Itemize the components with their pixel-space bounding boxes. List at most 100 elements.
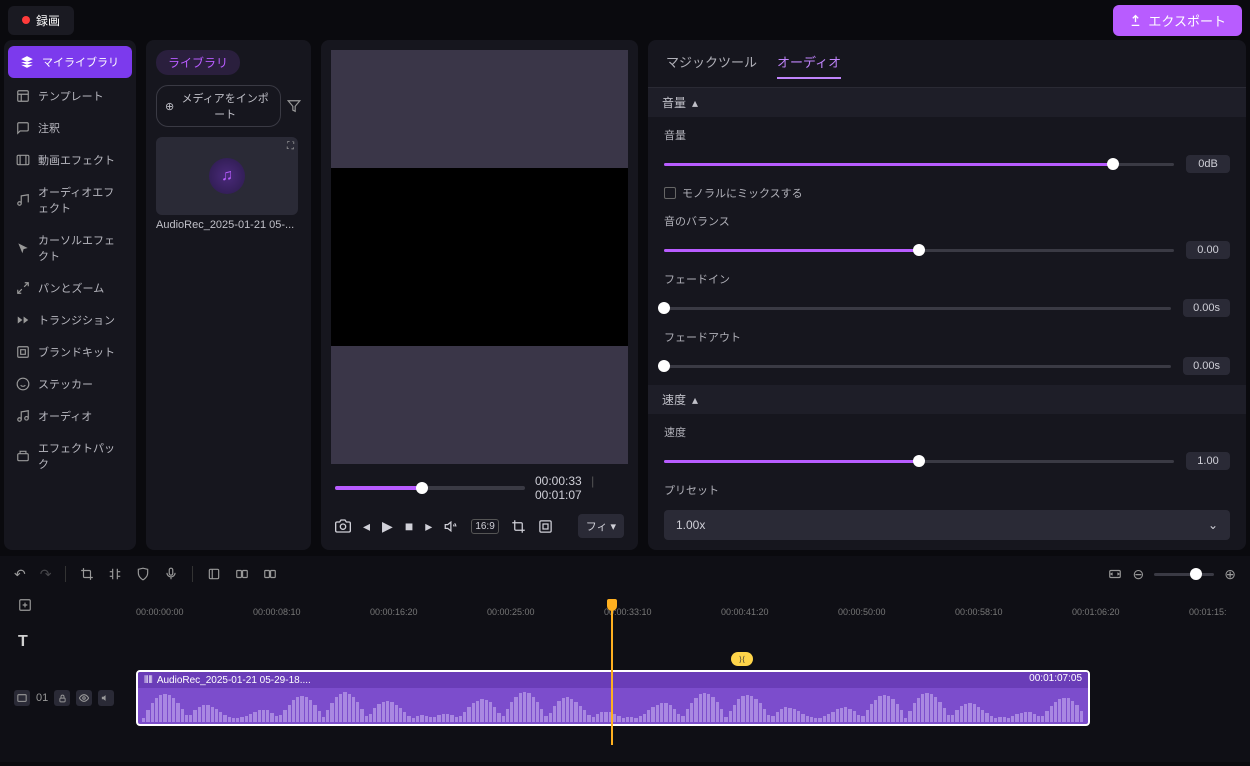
import-media-button[interactable]: ⊕ メディアをインポート (156, 85, 281, 127)
sidebar-item-mylibrary[interactable]: マイライブラリ (8, 46, 132, 78)
preview-scrubber[interactable] (335, 486, 525, 490)
sidebar-label: トランジション (38, 312, 115, 328)
ruler-tick: 00:00:50:00 (838, 607, 886, 617)
sidebar-item-transitions[interactable]: トランジション (4, 304, 136, 336)
fullscreen-icon[interactable] (538, 519, 553, 534)
balance-slider[interactable] (664, 249, 1174, 252)
redo-icon[interactable]: ↷ (40, 566, 52, 583)
balance-value[interactable]: 0.00 (1186, 241, 1230, 259)
sidebar-item-templates[interactable]: テンプレート (4, 80, 136, 112)
volume-icon[interactable] (444, 519, 459, 534)
sidebar-item-annotations[interactable]: 注釈 (4, 112, 136, 144)
track-number: 01 (36, 692, 48, 704)
slider-thumb[interactable] (658, 302, 670, 314)
sidebar-label: テンプレート (38, 88, 104, 104)
cut-icon[interactable] (80, 567, 94, 581)
import-label: メディアをインポート (178, 90, 272, 122)
volume-slider[interactable] (664, 163, 1174, 166)
sidebar-item-audiofx[interactable]: オーディオエフェクト (4, 176, 136, 224)
sidebar-label: 注釈 (38, 120, 60, 136)
fadeout-value[interactable]: 0.00s (1183, 357, 1230, 375)
slider-fill (664, 249, 919, 252)
track-mute-icon[interactable] (98, 690, 114, 706)
slider-thumb[interactable] (1107, 158, 1119, 170)
sidebar-item-cursorfx[interactable]: カーソルエフェクト (4, 224, 136, 272)
section-label: 音量 (662, 94, 686, 111)
collapse-icon: ▴ (692, 96, 698, 110)
split-icon[interactable] (108, 567, 122, 581)
ruler-tick: 00:00:41:20 (721, 607, 769, 617)
slider-thumb[interactable] (913, 244, 925, 256)
volume-value[interactable]: 0dB (1186, 155, 1230, 173)
aspect-ratio-badge[interactable]: 16:9 (471, 519, 498, 534)
clip-name: AudioRec_2025-01-21 05-29-18.... (157, 675, 311, 686)
sidebar-item-videofx[interactable]: 動画エフェクト (4, 144, 136, 176)
sidebar-label: オーディオエフェクト (38, 184, 124, 216)
zoom-thumb[interactable] (1190, 568, 1202, 580)
fadein-slider[interactable] (664, 307, 1171, 310)
track-type-icon[interactable] (14, 690, 30, 706)
volume-label: 音量 (664, 127, 1230, 143)
media-thumbnail[interactable]: ♫ ⛶ (156, 137, 298, 215)
tab-magictools[interactable]: マジックツール (666, 52, 757, 79)
add-track-icon[interactable] (18, 598, 32, 612)
zoom-slider[interactable] (1154, 573, 1214, 576)
crop-icon[interactable] (511, 519, 526, 534)
waveform-icon: ⦀⦀ (144, 675, 153, 686)
expand-icon[interactable]: ⛶ (287, 141, 294, 152)
fit-timeline-icon[interactable] (1107, 567, 1123, 581)
subtitle-marker[interactable]: ⟩⟨ (731, 652, 753, 666)
fit-button[interactable]: フィ ▾ (578, 514, 624, 538)
record-button[interactable]: 録画 (8, 6, 74, 35)
speed-slider[interactable] (664, 460, 1174, 463)
slider-thumb[interactable] (913, 455, 925, 467)
checkbox-icon[interactable] (664, 187, 676, 199)
mono-checkbox-row[interactable]: モノラルにミックスする (664, 185, 1230, 201)
scrub-fill (335, 486, 422, 490)
filter-icon[interactable] (287, 99, 301, 113)
camera-icon[interactable] (335, 518, 351, 534)
track-visible-icon[interactable] (76, 690, 92, 706)
section-volume-header[interactable]: 音量 ▴ (648, 88, 1246, 117)
ruler-tick: 00:00:08:10 (253, 607, 301, 617)
playhead[interactable] (611, 605, 613, 745)
play-icon[interactable]: ▶ (382, 518, 393, 535)
text-track-icon[interactable]: T (18, 633, 28, 651)
prev-frame-icon[interactable]: ◂ (363, 518, 370, 535)
mic-icon[interactable] (164, 567, 178, 581)
preview-canvas[interactable] (331, 50, 628, 464)
fadeout-slider[interactable] (664, 365, 1171, 368)
music-icon: ♫ (209, 158, 245, 194)
slider-thumb[interactable] (658, 360, 670, 372)
undo-icon[interactable]: ↶ (14, 566, 26, 583)
export-button[interactable]: エクスポート (1113, 5, 1242, 36)
group2-icon[interactable] (235, 567, 249, 581)
speed-value[interactable]: 1.00 (1186, 452, 1230, 470)
preset-label: プリセット (664, 482, 1230, 498)
effectpack-icon (16, 449, 30, 463)
section-speed-header[interactable]: 速度 ▴ (648, 385, 1246, 414)
properties-panel: マジックツール オーディオ 音量 ▴ 音量 0dB モノラルにミックスする 音の… (648, 40, 1246, 550)
marker-icon[interactable] (136, 567, 150, 581)
fadein-value[interactable]: 0.00s (1183, 299, 1230, 317)
library-tab[interactable]: ライブラリ (156, 50, 240, 75)
zoom-out-icon[interactable]: ⊖ (1133, 566, 1145, 583)
audio-clip[interactable]: ⦀⦀ AudioRec_2025-01-21 05-29-18.... 00:0… (136, 670, 1090, 726)
tab-audio[interactable]: オーディオ (777, 52, 841, 79)
sidebar-item-effectpack[interactable]: エフェクトパック (4, 432, 136, 480)
sidebar-item-audio[interactable]: オーディオ (4, 400, 136, 432)
sidebar-label: オーディオ (38, 408, 92, 424)
scrub-thumb[interactable] (416, 482, 428, 494)
stop-icon[interactable]: ■ (405, 518, 413, 534)
next-frame-icon[interactable]: ▸ (425, 518, 432, 535)
track-lock-icon[interactable] (54, 690, 70, 706)
preset-select[interactable]: 1.00x ⌄ (664, 510, 1230, 540)
sidebar-item-stickers[interactable]: ステッカー (4, 368, 136, 400)
sidebar-item-brandkit[interactable]: ブランドキット (4, 336, 136, 368)
zoom-in-icon[interactable]: ⊕ (1224, 566, 1236, 583)
sidebar-item-panzoom[interactable]: パンとズーム (4, 272, 136, 304)
ruler-tick: 00:00:58:10 (955, 607, 1003, 617)
playhead-grip[interactable] (607, 599, 617, 611)
group3-icon[interactable] (263, 567, 277, 581)
group1-icon[interactable] (207, 567, 221, 581)
